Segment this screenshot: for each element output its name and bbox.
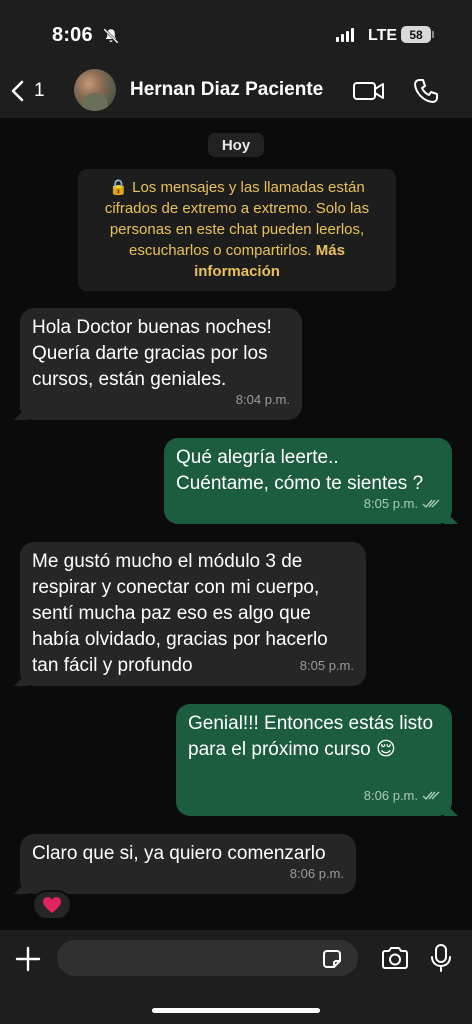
chat-area[interactable]: Hoy 🔒 Los mensajes y las llamadas están … bbox=[0, 118, 472, 930]
message-meta: 8:05 p.m. bbox=[300, 653, 354, 679]
bell-muted-icon bbox=[103, 28, 119, 44]
signal-icon bbox=[336, 28, 354, 42]
plus-icon[interactable] bbox=[15, 946, 41, 972]
sticker-icon[interactable] bbox=[320, 947, 344, 971]
heart-icon bbox=[43, 897, 61, 913]
back-button[interactable]: 1 bbox=[8, 76, 45, 106]
network-type: LTE bbox=[368, 27, 398, 44]
read-receipt-icon bbox=[422, 499, 440, 509]
date-chip: Hoy bbox=[208, 133, 264, 157]
message-time: 8:06 p.m. bbox=[363, 788, 418, 803]
encryption-notice[interactable]: 🔒 Los mensajes y las llamadas están cifr… bbox=[78, 169, 396, 291]
unread-count: 1 bbox=[34, 80, 45, 101]
phone-call-icon[interactable] bbox=[412, 77, 440, 105]
message-text: Genial!!! Entonces estás listo para el p… bbox=[188, 713, 434, 760]
message-outgoing[interactable]: Qué alegría leerte.. Cuéntame, cómo te s… bbox=[164, 438, 452, 524]
message-text: Qué alegría leerte.. Cuéntame, cómo te s… bbox=[176, 447, 424, 494]
camera-icon[interactable] bbox=[380, 945, 410, 971]
read-receipt-icon bbox=[422, 791, 440, 801]
status-time: 8:06 bbox=[52, 24, 93, 46]
message-incoming[interactable]: Hola Doctor buenas noches! Quería darte … bbox=[20, 308, 302, 420]
message-time: 8:05 p.m. bbox=[363, 496, 418, 511]
battery-icon: 58 bbox=[401, 26, 431, 43]
chat-header: 1 Hernan Diaz Paciente bbox=[0, 64, 472, 118]
message-text: Claro que si, ya quiero comenzarlo bbox=[32, 843, 326, 864]
message-meta: 8:06 p.m. bbox=[290, 861, 344, 887]
message-time: 8:05 p.m. bbox=[299, 658, 354, 673]
avatar[interactable] bbox=[74, 69, 116, 111]
message-outgoing[interactable]: Genial!!! Entonces estás listo para el p… bbox=[176, 704, 452, 816]
home-indicator[interactable] bbox=[152, 1008, 320, 1013]
message-text: Hola Doctor buenas noches! Quería darte … bbox=[32, 317, 272, 390]
battery-tip bbox=[432, 31, 434, 38]
message-incoming[interactable]: Claro que si, ya quiero comenzarlo 8:06 … bbox=[20, 834, 356, 894]
contact-name[interactable]: Hernan Diaz Paciente bbox=[130, 79, 323, 101]
message-meta: 8:05 p.m. bbox=[364, 491, 440, 517]
message-meta: 8:06 p.m. bbox=[364, 783, 440, 809]
message-input[interactable] bbox=[57, 940, 358, 976]
message-incoming[interactable]: Me gustó mucho el módulo 3 de respirar y… bbox=[20, 542, 366, 686]
composer-bar bbox=[0, 930, 472, 1024]
message-time: 8:06 p.m. bbox=[289, 866, 344, 881]
message-text: Me gustó mucho el módulo 3 de respirar y… bbox=[32, 551, 328, 676]
status-bar: 8:06 LTE 58 bbox=[0, 0, 472, 64]
microphone-icon[interactable] bbox=[430, 943, 452, 973]
video-call-icon[interactable] bbox=[352, 79, 386, 103]
message-time: 8:04 p.m. bbox=[235, 392, 290, 407]
chevron-left-icon bbox=[11, 80, 24, 102]
message-meta: 8:04 p.m. bbox=[236, 387, 290, 413]
reaction-badge[interactable] bbox=[32, 890, 72, 920]
